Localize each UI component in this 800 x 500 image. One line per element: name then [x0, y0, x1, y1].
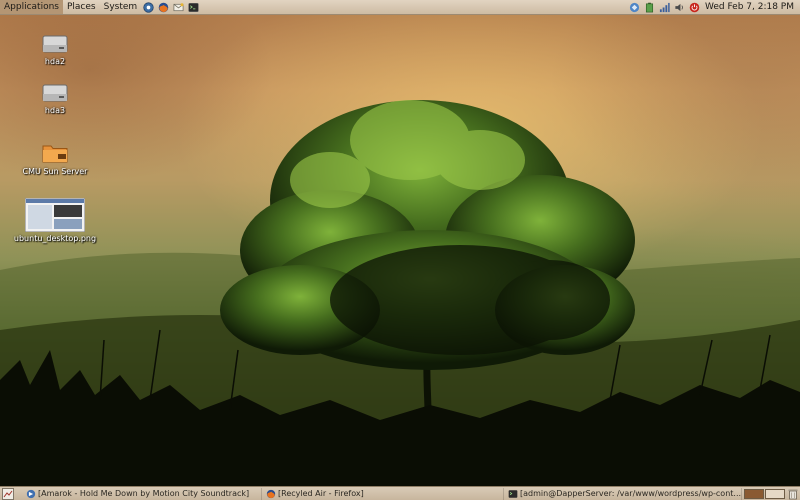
system-tray: Wed Feb 7, 2:18 PM	[627, 0, 800, 14]
bottom-panel: [Amarok - Hold Me Down by Motion City So…	[0, 486, 800, 500]
mail-icon[interactable]	[173, 2, 184, 13]
wallpaper-scene	[0, 100, 800, 500]
battery-icon[interactable]	[644, 2, 655, 13]
desktop-icon-label: CMU Sun Server	[22, 167, 88, 176]
desktop-icon-label: hda3	[44, 106, 66, 115]
taskbar-item-terminal[interactable]: [admin@DapperServer: /var/www/wordpress/…	[506, 488, 742, 500]
show-desktop-icon[interactable]	[2, 488, 14, 500]
desktop-icon-hda3[interactable]: hda3	[30, 82, 80, 115]
firefox-icon[interactable]	[158, 2, 169, 13]
desktop-icon-label: ubuntu_desktop.png	[13, 234, 97, 243]
taskbar-item-label: [Recyled Air - Firefox]	[278, 489, 364, 498]
desktop-background[interactable]: Applications Places System Wed Feb 7, 2:…	[0, 0, 800, 500]
taskbar-item-firefox[interactable]: [Recyled Air - Firefox]	[264, 488, 504, 500]
places-menu[interactable]: Places	[63, 0, 100, 14]
drive-icon	[42, 35, 68, 53]
power-icon[interactable]	[689, 2, 700, 13]
applications-menu[interactable]: Applications	[0, 0, 63, 14]
desktop-icon-ubuntu-desktop-png[interactable]: ubuntu_desktop.png	[10, 198, 100, 243]
drive-icon	[42, 84, 68, 102]
trash-icon[interactable]	[787, 488, 799, 500]
signal-icon[interactable]	[659, 2, 670, 13]
taskbar-item-label: [admin@DapperServer: /var/www/wordpress/…	[520, 489, 742, 498]
network-icon[interactable]	[629, 2, 640, 13]
workspace-2[interactable]	[765, 489, 785, 499]
clock[interactable]: Wed Feb 7, 2:18 PM	[702, 2, 800, 12]
terminal-icon[interactable]	[188, 2, 199, 13]
help-icon[interactable]	[143, 1, 154, 13]
workspace-1[interactable]	[744, 489, 764, 499]
desktop-icon-label: hda2	[44, 57, 66, 66]
terminal-icon	[508, 490, 518, 498]
top-panel: Applications Places System Wed Feb 7, 2:…	[0, 0, 800, 15]
desktop-icon-hda2[interactable]: hda2	[30, 33, 80, 66]
taskbar-item-label: [Amarok - Hold Me Down by Motion City So…	[38, 489, 250, 498]
amarok-icon	[26, 489, 36, 499]
image-thumbnail	[25, 198, 85, 232]
network-folder-icon	[42, 145, 68, 163]
system-menu[interactable]: System	[100, 0, 142, 14]
firefox-icon	[266, 489, 276, 499]
volume-icon[interactable]	[674, 2, 685, 13]
desktop-icon-cmu-sun-server[interactable]: CMU Sun Server	[15, 141, 95, 176]
taskbar-item-amarok[interactable]: [Amarok - Hold Me Down by Motion City So…	[24, 488, 262, 500]
